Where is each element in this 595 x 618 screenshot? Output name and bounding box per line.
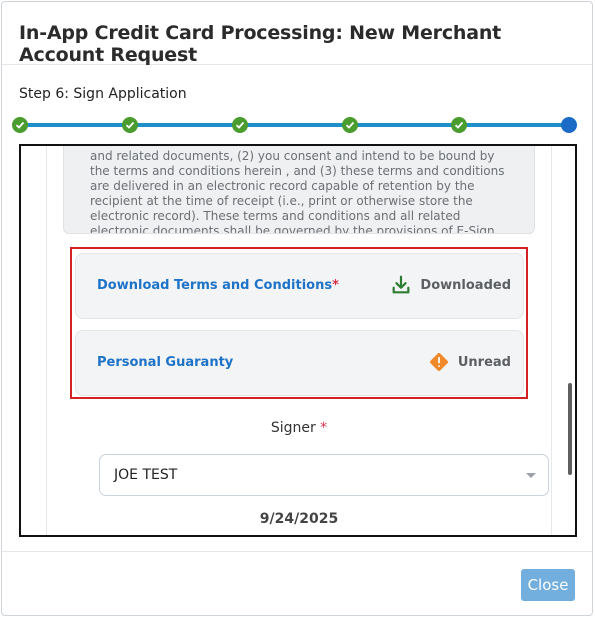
terms-text-box[interactable]: and related documents, (2) you consent a… [63, 146, 535, 234]
personal-guaranty-link[interactable]: Personal Guaranty [97, 355, 233, 370]
signer-select-value: JOE TEST [114, 467, 178, 483]
document-status: Downloaded [390, 274, 511, 296]
terms-line: the terms and conditions herein , and (3… [90, 164, 505, 178]
download-icon [392, 275, 410, 294]
document-status: Unread [428, 351, 511, 373]
document-row-guaranty[interactable]: Personal Guaranty Unread [75, 330, 524, 396]
terms-line: are delivered in an electronic record ca… [90, 179, 475, 193]
required-marker: * [332, 278, 339, 293]
step-5-complete-icon[interactable] [451, 117, 467, 133]
close-button[interactable]: Close [521, 569, 575, 601]
panel-scrollbar[interactable] [568, 383, 572, 475]
required-marker: * [320, 420, 328, 436]
step-1-complete-icon[interactable] [12, 117, 28, 133]
step-4-complete-icon[interactable] [342, 117, 358, 133]
signature-date: 9/24/2025 [259, 511, 339, 527]
documents-highlight: Download Terms and Conditions* Downloade… [70, 247, 528, 399]
modal-footer: Close [2, 551, 592, 617]
personal-guaranty-label: Personal Guaranty [97, 355, 234, 370]
stepper-track [19, 123, 569, 127]
chevron-down-icon [526, 473, 536, 478]
download-terms-label: Download Terms and Conditions [97, 278, 333, 293]
signer-select[interactable]: JOE TEST [99, 454, 549, 496]
warning-icon [429, 353, 448, 371]
document-status-text: Unread [457, 354, 511, 370]
sign-application-panel: and related documents, (2) you consent a… [19, 144, 577, 537]
progress-stepper [2, 112, 594, 138]
step-2-complete-icon[interactable] [122, 117, 138, 133]
terms-line: electronic record). These terms and cond… [90, 209, 461, 223]
modal-title: In-App Credit Card Processing: New Merch… [19, 22, 502, 66]
step-label: Step 6: Sign Application [19, 86, 187, 102]
terms-line: recipient at the time of receipt (i.e., … [90, 194, 473, 208]
signer-label: Signer * [47, 420, 551, 436]
document-row-terms[interactable]: Download Terms and Conditions* Downloade… [75, 253, 524, 319]
signer-label-text: Signer [270, 420, 316, 436]
terms-line: electronic documents shall be governed b… [90, 224, 495, 234]
merchant-request-modal: In-App Credit Card Processing: New Merch… [1, 1, 593, 616]
download-terms-link[interactable]: Download Terms and Conditions* [97, 278, 339, 293]
modal-header: In-App Credit Card Processing: New Merch… [2, 2, 592, 66]
step-6-current-icon[interactable] [561, 117, 577, 133]
terms-line: and related documents, (2) you consent a… [90, 149, 495, 163]
document-status-text: Downloaded [420, 277, 511, 293]
step-3-complete-icon[interactable] [232, 117, 248, 133]
